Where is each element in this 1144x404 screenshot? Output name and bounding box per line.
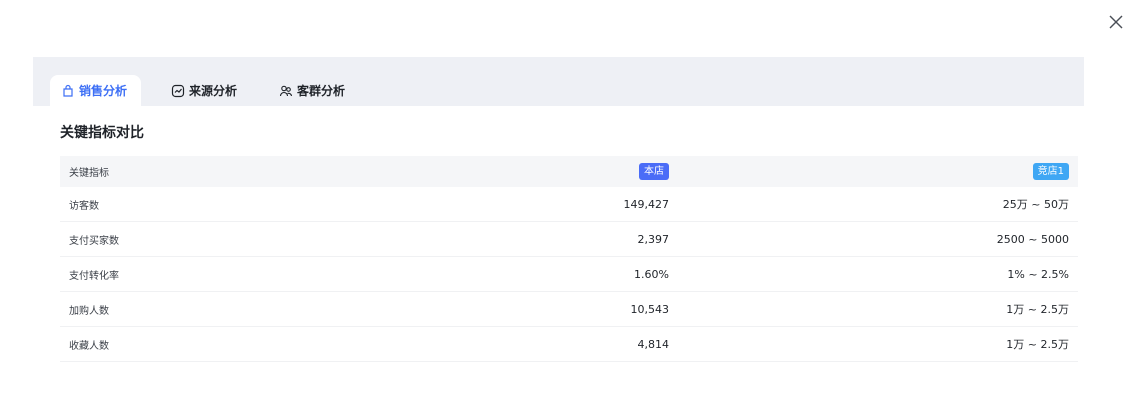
table-header: 关键指标 本店 竞店1 — [60, 156, 1078, 187]
competitor-value: 1万 ~ 2.5万 — [1006, 338, 1069, 351]
table-row: 收藏人数 4,814 1万 ~ 2.5万 — [60, 327, 1078, 362]
competitor-value: 2500 ~ 5000 — [996, 232, 1069, 246]
tab-label: 销售分析 — [79, 84, 128, 98]
section-title: 关键指标对比 — [60, 125, 144, 141]
header-competitor-1: 竞店1 — [60, 156, 1069, 187]
table-row: 加购人数 10,543 1万 ~ 2.5万 — [60, 292, 1078, 327]
competitor-value: 1万 ~ 2.5万 — [1006, 303, 1069, 316]
competitor-badge: 竞店1 — [1032, 163, 1069, 180]
table-row: 访客数 149,427 25万 ~ 50万 — [60, 187, 1078, 222]
analysis-panel: 销售分析 来源分析 客群分析 关键指标对比 关键指标 本店 竞店1 访客数 14… — [33, 53, 1084, 376]
shopping-bag-icon — [61, 84, 75, 98]
competitor-value: 1% ~ 2.5% — [1007, 267, 1069, 281]
tab-label: 来源分析 — [189, 84, 238, 98]
table-row: 支付转化率 1.60% 1% ~ 2.5% — [60, 257, 1078, 292]
tab-sales-analysis[interactable]: 销售分析 — [50, 75, 141, 106]
tab-label: 客群分析 — [297, 84, 346, 98]
tab-bar: 销售分析 来源分析 客群分析 — [33, 57, 1084, 106]
table-row: 支付买家数 2,397 2500 ~ 5000 — [60, 222, 1078, 257]
metrics-table: 关键指标 本店 竞店1 访客数 149,427 25万 ~ 50万 支付买家数 … — [60, 156, 1078, 362]
tab-source-analysis[interactable]: 来源分析 — [169, 75, 249, 106]
competitor-value: 25万 ~ 50万 — [1002, 198, 1069, 211]
users-icon — [279, 84, 293, 98]
chart-trend-icon — [171, 84, 185, 98]
tab-audience-analysis[interactable]: 客群分析 — [277, 75, 357, 106]
close-icon[interactable] — [1104, 10, 1128, 34]
